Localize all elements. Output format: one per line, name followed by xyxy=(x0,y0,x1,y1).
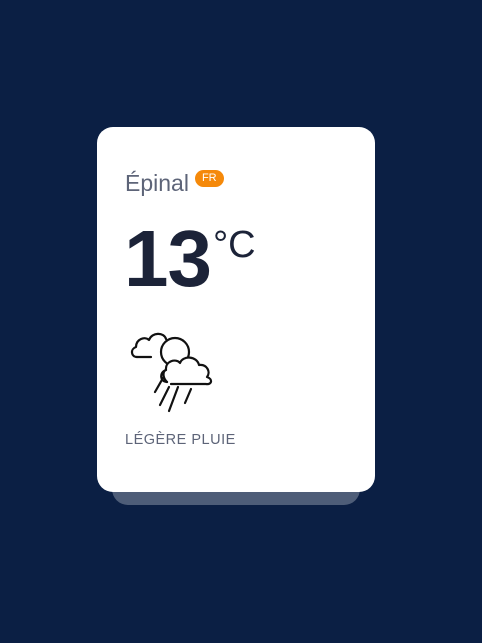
cloud-sun-rain-icon xyxy=(127,327,223,417)
city-name: Épinal xyxy=(125,170,189,196)
temperature-unit: °C xyxy=(212,224,256,266)
app-background: Épinal FR 13 °C LÉGÈRE PLUIE xyxy=(0,0,482,643)
country-badge: FR xyxy=(194,170,224,187)
location-row: Épinal FR xyxy=(125,167,224,199)
weather-card: Épinal FR 13 °C LÉGÈRE PLUIE xyxy=(97,127,375,492)
weather-condition: LÉGÈRE PLUIE xyxy=(125,432,236,448)
temperature-row: 13 °C xyxy=(124,217,256,301)
temperature-value: 13 xyxy=(124,214,212,303)
